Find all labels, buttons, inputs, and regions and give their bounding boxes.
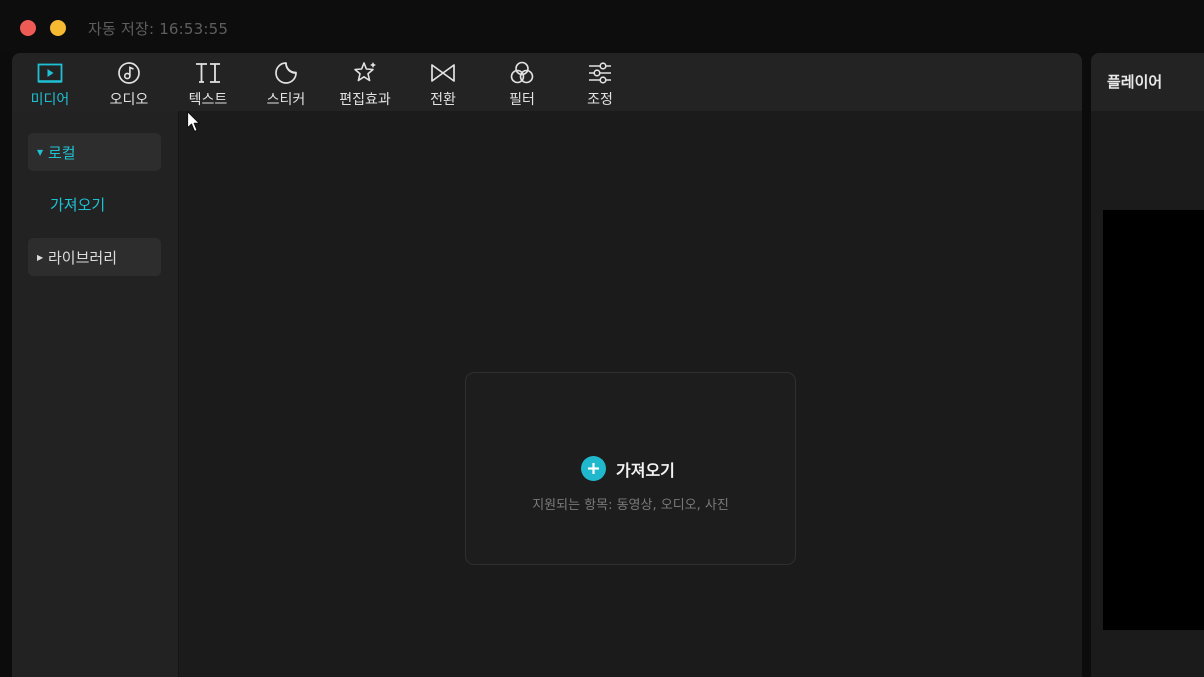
media-panel: 미디어 오디오 텍스트 스티커 편집효과 전환 필터 조정 ▼ 로컬 가져오기 … [12, 53, 1082, 677]
caret-right-icon: ▶ [37, 253, 44, 262]
caret-down-icon: ▼ [37, 148, 44, 157]
media-play-icon [37, 63, 63, 83]
tab-adjust-label: 조정 [587, 92, 613, 108]
effects-star-icon [354, 62, 376, 82]
tab-audio-label: 오디오 [109, 92, 149, 108]
import-plus-button[interactable] [581, 456, 606, 481]
tab-sticker-label: 스티커 [266, 92, 306, 108]
text-ti-icon [196, 63, 220, 83]
window-minimize-button[interactable] [50, 20, 66, 36]
tab-transition-label: 전환 [430, 92, 456, 108]
tab-text-label: 텍스트 [188, 92, 228, 108]
sticker-icon [275, 62, 297, 84]
mouse-cursor-icon [186, 110, 201, 133]
tab-effects-label: 편집효과 [339, 92, 391, 108]
asset-toolbar: 미디어 오디오 텍스트 스티커 편집효과 전환 필터 조정 [12, 53, 1082, 111]
tab-filter-label: 필터 [509, 92, 535, 108]
sidebar-item-local[interactable]: ▼ 로컬 [28, 133, 161, 171]
import-supported-types: 지원되는 항목: 동영상, 오디오, 사진 [532, 498, 729, 513]
adjust-sliders-icon [589, 62, 611, 84]
audio-note-icon [118, 62, 140, 84]
player-title: 플레이어 [1107, 73, 1163, 91]
sidebar-item-library-label: 라이브러리 [48, 249, 118, 267]
tab-adjust[interactable]: 조정 [568, 59, 632, 109]
media-sidebar: ▼ 로컬 가져오기 ▶ 라이브러리 [12, 111, 179, 677]
tab-effects[interactable]: 편집효과 [333, 59, 397, 109]
window-titlebar: 자동 저장: 16:53:55 [0, 0, 1204, 53]
import-dropzone[interactable]: 가져오기 지원되는 항목: 동영상, 오디오, 사진 [465, 372, 796, 565]
window-close-button[interactable] [20, 20, 36, 36]
tab-sticker[interactable]: 스티커 [254, 59, 318, 109]
player-panel: 플레이어 [1091, 53, 1204, 677]
player-header: 플레이어 [1091, 53, 1204, 111]
player-preview[interactable] [1103, 210, 1204, 630]
tab-media[interactable]: 미디어 [18, 59, 82, 109]
tab-audio[interactable]: 오디오 [97, 59, 161, 109]
autosave-status: 자동 저장: 16:53:55 [88, 20, 229, 38]
import-title: 가져오기 [616, 461, 675, 480]
sidebar-item-import[interactable]: 가져오기 [50, 194, 105, 215]
sidebar-item-local-label: 로컬 [48, 144, 76, 162]
tab-media-label: 미디어 [30, 92, 70, 108]
plus-icon [588, 463, 599, 474]
tab-filter[interactable]: 필터 [490, 59, 554, 109]
filter-circles-icon [510, 61, 534, 84]
tab-text[interactable]: 텍스트 [176, 59, 240, 109]
tab-transition[interactable]: 전환 [411, 59, 475, 109]
transition-bowtie-icon [431, 64, 455, 82]
sidebar-item-library[interactable]: ▶ 라이브러리 [28, 238, 161, 276]
